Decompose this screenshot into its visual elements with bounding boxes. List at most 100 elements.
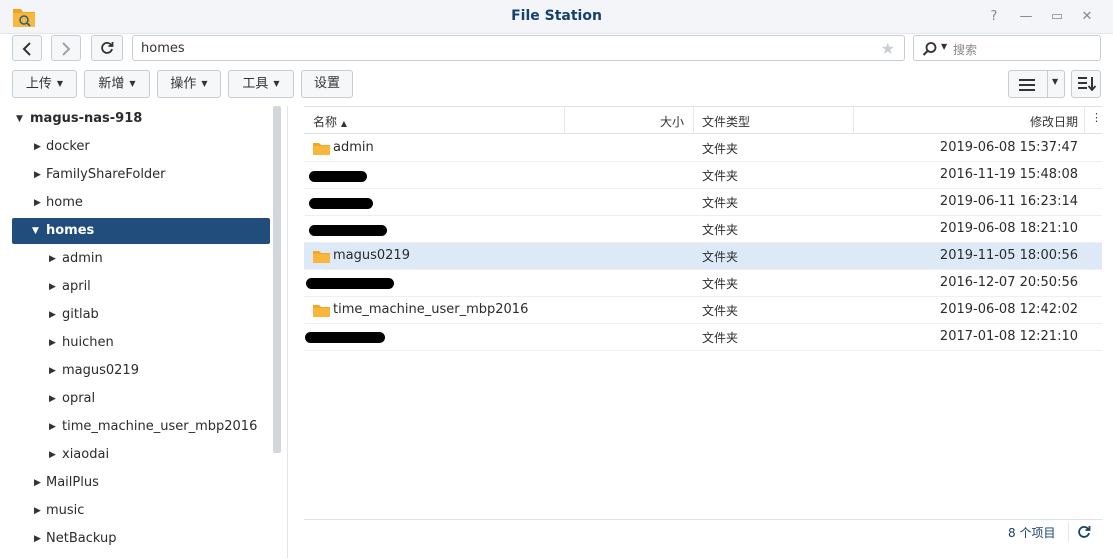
column-modified-header[interactable]: 修改日期	[1030, 113, 1078, 130]
collapsed-arrow-icon[interactable]: ▶	[34, 162, 41, 188]
file-type: 文件夹	[702, 223, 739, 237]
file-modified: 2017-01-08 12:21:10	[939, 329, 1078, 344]
file-type: 文件夹	[702, 142, 739, 156]
maximize-button[interactable]: ▭	[1048, 8, 1066, 26]
file-type: 文件夹	[702, 331, 739, 345]
tree-item-gitlab[interactable]: ▶ gitlab	[12, 302, 270, 328]
collapsed-arrow-icon[interactable]: ▶	[34, 134, 41, 160]
file-name: admin	[333, 140, 374, 155]
search-input[interactable]: ▼ 搜索	[913, 35, 1101, 61]
tree-item-homes[interactable]: ▼ homes	[12, 218, 270, 244]
sort-button[interactable]	[1071, 70, 1101, 98]
table-row[interactable]: magus0219 文件夹 2019-11-05 18:00:56	[304, 243, 1102, 270]
action-label: 操作	[170, 76, 197, 92]
create-label: 新增	[98, 76, 125, 92]
file-modified: 2019-06-08 18:21:10	[939, 221, 1078, 236]
refresh-icon[interactable]	[1077, 525, 1091, 539]
collapsed-arrow-icon[interactable]: ▶	[49, 442, 56, 468]
tree-item-mailplus[interactable]: ▶ MailPlus	[12, 470, 270, 496]
close-button[interactable]: ✕	[1078, 8, 1096, 26]
tree-scrollbar[interactable]	[273, 106, 281, 453]
tree-item-april[interactable]: ▶ april	[12, 274, 270, 300]
favorite-star-icon[interactable]: ★	[881, 39, 895, 58]
refresh-button[interactable]	[91, 35, 123, 61]
sort-icon	[1078, 77, 1096, 91]
table-row[interactable]: 文件夹 2017-01-08 12:21:10	[304, 324, 1102, 351]
tree-item-magus-nas-918[interactable]: ▼ magus-nas-918	[12, 106, 270, 132]
tree-item-huichen[interactable]: ▶ huichen	[12, 330, 270, 356]
file-type: 文件夹	[702, 169, 739, 183]
file-type: 文件夹	[702, 277, 739, 291]
search-options-caret-icon[interactable]: ▼	[941, 42, 947, 51]
collapsed-arrow-icon[interactable]: ▶	[49, 302, 56, 328]
action-button[interactable]: 操作 ▼	[157, 70, 221, 98]
collapsed-arrow-icon[interactable]: ▶	[49, 274, 56, 300]
file-list-header: 名称 ▲ 大小 文件类型 修改日期 ⋮	[304, 107, 1102, 134]
file-type: 文件夹	[702, 304, 739, 318]
collapsed-arrow-icon[interactable]: ▶	[49, 330, 56, 356]
collapsed-arrow-icon[interactable]: ▶	[34, 190, 41, 216]
file-type: 文件夹	[702, 250, 739, 264]
back-button[interactable]	[12, 35, 42, 61]
tools-button[interactable]: 工具 ▼	[228, 70, 294, 98]
redaction-mark	[309, 198, 373, 209]
path-text: homes	[141, 41, 185, 56]
tree-item-admin[interactable]: ▶ admin	[12, 246, 270, 272]
create-button[interactable]: 新增 ▼	[84, 70, 150, 98]
collapsed-arrow-icon[interactable]: ▶	[34, 498, 41, 524]
collapsed-arrow-icon[interactable]: ▶	[34, 526, 41, 552]
window-title: File Station	[511, 8, 602, 24]
panel-divider[interactable]	[287, 106, 288, 558]
item-count: 8 个项目	[1008, 526, 1056, 540]
path-bar[interactable]: homes ★	[132, 35, 905, 61]
chevron-down-icon: ▼	[273, 79, 280, 88]
forward-button[interactable]	[51, 35, 81, 61]
collapsed-arrow-icon[interactable]: ▶	[49, 358, 56, 384]
view-mode-button[interactable]: ▼	[1008, 70, 1065, 98]
table-row[interactable]: 文件夹 2016-12-07 20:50:56	[304, 270, 1102, 297]
tree-item-opral[interactable]: ▶ opral	[12, 386, 270, 412]
collapsed-arrow-icon[interactable]: ▶	[49, 414, 56, 440]
file-type: 文件夹	[702, 196, 739, 210]
table-row[interactable]: admin 文件夹 2019-06-08 15:37:47	[304, 135, 1102, 162]
expanded-arrow-icon[interactable]: ▼	[32, 218, 39, 244]
chevron-left-icon	[22, 42, 31, 56]
column-size-header[interactable]: 大小	[660, 113, 684, 130]
tree-item-xiaodai[interactable]: ▶ xiaodai	[12, 442, 270, 468]
minimize-button[interactable]: —	[1017, 8, 1035, 26]
folder-icon	[313, 305, 330, 317]
tree-item-familysharefolder[interactable]: ▶ FamilyShareFolder	[12, 162, 270, 188]
column-options-icon[interactable]: ⋮	[1091, 111, 1102, 124]
table-row[interactable]: 文件夹 2019-06-08 18:21:10	[304, 216, 1102, 243]
tree-item-docker[interactable]: ▶ docker	[12, 134, 270, 160]
collapsed-arrow-icon[interactable]: ▶	[49, 386, 56, 412]
search-icon	[922, 42, 937, 56]
table-row[interactable]: 文件夹 2016-11-19 15:48:08	[304, 162, 1102, 189]
collapsed-arrow-icon[interactable]: ▶	[34, 470, 41, 496]
upload-button[interactable]: 上传 ▼	[12, 70, 77, 98]
chevron-down-icon: ▼	[129, 79, 136, 88]
chevron-down-icon[interactable]: ▼	[1052, 77, 1058, 86]
tree-item-home[interactable]: ▶ home	[12, 190, 270, 216]
column-type-header[interactable]: 文件类型	[702, 113, 750, 130]
title-bar: File Station ? — ▭ ✕	[0, 0, 1113, 34]
redaction-mark	[309, 225, 387, 236]
tree-item-music[interactable]: ▶ music	[12, 498, 270, 524]
column-name-header[interactable]: 名称 ▲	[313, 113, 347, 130]
help-button[interactable]: ?	[985, 8, 1003, 26]
collapsed-arrow-icon[interactable]: ▶	[49, 246, 56, 272]
tree-item-netbackup[interactable]: ▶ NetBackup	[12, 526, 270, 552]
table-row[interactable]: 文件夹 2019-06-11 16:23:14	[304, 189, 1102, 216]
redaction-mark	[305, 332, 385, 343]
redaction-mark	[309, 171, 367, 182]
search-placeholder: 搜索	[953, 43, 978, 57]
expanded-arrow-icon[interactable]: ▼	[16, 106, 23, 132]
tools-label: 工具	[242, 76, 269, 92]
file-list: 名称 ▲ 大小 文件类型 修改日期 ⋮ admin 文件夹 2019-06-08…	[304, 106, 1102, 520]
tree-item-time-machine-user-mbp2016[interactable]: ▶ time_machine_user_mbp2016	[12, 414, 270, 440]
settings-button[interactable]: 设置	[301, 70, 353, 98]
folder-tree: ▼ magus-nas-918 ▶ docker ▶ FamilyShareFo…	[0, 106, 284, 558]
chevron-down-icon: ▼	[201, 79, 208, 88]
tree-item-magus0219[interactable]: ▶ magus0219	[12, 358, 270, 384]
table-row[interactable]: time_machine_user_mbp2016 文件夹 2019-06-08…	[304, 297, 1102, 324]
